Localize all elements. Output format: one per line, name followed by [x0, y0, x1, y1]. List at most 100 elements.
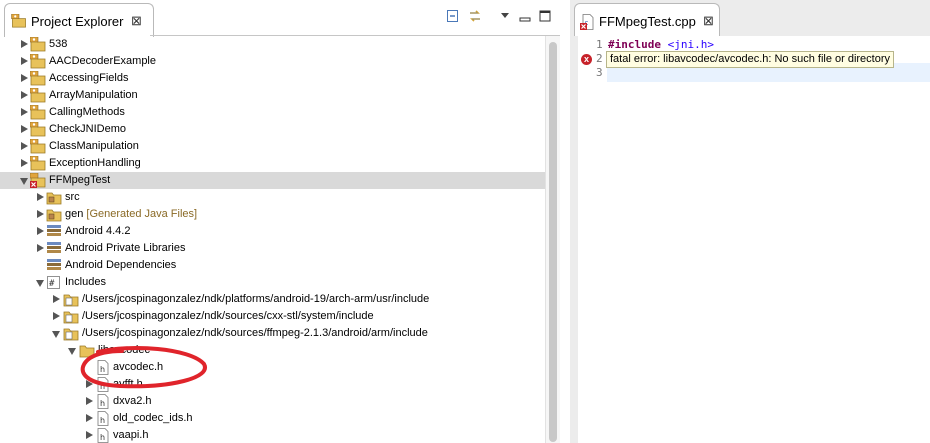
editor-tab-ffmpegtest[interactable]: FFMpegTest.cpp ⊠	[574, 3, 720, 37]
collapse-arrow-icon[interactable]	[52, 331, 60, 338]
tree-item-label: /Users/jcospinagonzalez/ndk/platforms/an…	[82, 293, 430, 305]
tree-item-header-file[interactable]: dxva2.h	[0, 393, 545, 410]
tree-item-header-file[interactable]: vaapi.h	[0, 427, 545, 443]
tree-item-label: Android Dependencies	[65, 259, 177, 271]
source-folder-icon	[46, 190, 62, 205]
tree-item-project-selected[interactable]: FFMpegTest	[0, 172, 545, 189]
tree-item-include-path[interactable]: /Users/jcospinagonzalez/ndk/sources/cxx-…	[0, 308, 545, 325]
expand-arrow-icon[interactable]	[37, 227, 44, 235]
tree-item-folder[interactable]: libavcodec	[0, 342, 545, 359]
project-folder-icon	[30, 37, 46, 52]
tree-item-label: src	[65, 191, 80, 203]
tree-item-include-path[interactable]: /Users/jcospinagonzalez/ndk/sources/ffmp…	[0, 325, 545, 342]
tree-item-label: avcodec.h	[113, 361, 164, 373]
maximize-icon[interactable]	[538, 9, 552, 23]
tree-item-label: CallingMethods	[49, 106, 125, 118]
tree-item-library[interactable]: Android 4.4.2	[0, 223, 545, 240]
tree-item-project[interactable]: ClassManipulation	[0, 138, 545, 155]
expand-arrow-icon[interactable]	[37, 193, 44, 201]
close-icon[interactable]: ⊠	[131, 13, 142, 29]
tree-item-label: Android 4.4.2	[65, 225, 131, 237]
folder-icon	[79, 343, 95, 358]
tree-item-label: ExceptionHandling	[49, 157, 141, 169]
tree-item-label: Includes	[65, 276, 106, 288]
tree-item-header-file[interactable]: avfft.h	[0, 376, 545, 393]
project-explorer-tab[interactable]: Project Explorer ⊠	[4, 3, 154, 37]
library-icon	[46, 258, 62, 273]
includes-icon	[46, 275, 62, 290]
tree-item-project[interactable]: 538	[0, 36, 545, 53]
header-file-icon	[95, 394, 111, 409]
expand-arrow-icon[interactable]	[21, 91, 28, 99]
project-folder-icon	[30, 122, 46, 137]
project-folder-icon	[30, 71, 46, 86]
expand-arrow-icon[interactable]	[86, 414, 93, 422]
tree-item-label: CheckJNIDemo	[49, 123, 127, 135]
tree-item-project[interactable]: ExceptionHandling	[0, 155, 545, 172]
tree-item-project[interactable]: CheckJNIDemo	[0, 121, 545, 138]
project-error-icon	[30, 173, 46, 188]
expand-arrow-icon[interactable]	[37, 210, 44, 218]
project-folder-icon	[30, 88, 46, 103]
preprocessor-keyword: #include	[608, 38, 661, 51]
collapse-arrow-icon[interactable]	[20, 178, 28, 185]
tree-item-header-file[interactable]: old_codec_ids.h	[0, 410, 545, 427]
project-folder-icon	[30, 105, 46, 120]
tree-item-label: avfft.h	[113, 378, 143, 390]
tree-item-label: AccessingFields	[49, 72, 129, 84]
tree-item-project[interactable]: ArrayManipulation	[0, 87, 545, 104]
view-menu-icon[interactable]	[498, 10, 512, 24]
error-tooltip: fatal error: libavcodec/avcodec.h: No su…	[606, 51, 895, 68]
project-tree: 538 AACDecoderExample AccessingFields Ar…	[0, 36, 545, 443]
tree-item-header-file[interactable]: avcodec.h	[0, 359, 545, 376]
line-number: 2	[596, 52, 603, 65]
expand-arrow-icon[interactable]	[21, 142, 28, 150]
project-explorer-view: Project Explorer ⊠ 538 AACDecoderExample…	[0, 0, 560, 443]
scrollbar-thumb[interactable]	[549, 42, 557, 442]
tree-item-label: vaapi.h	[113, 429, 149, 441]
include-folder-icon	[63, 326, 79, 341]
expand-arrow-icon[interactable]	[21, 40, 28, 48]
tree-item-label: ArrayManipulation	[49, 89, 138, 101]
editor-area: FFMpegTest.cpp ⊠ 1 2 3 #include <jni.h> …	[570, 0, 930, 443]
code-line-1[interactable]: #include <jni.h>	[608, 38, 714, 51]
tree-item-includes[interactable]: Includes	[0, 274, 545, 291]
header-file-icon	[95, 411, 111, 426]
tree-item-folder[interactable]: gen [Generated Java Files]	[0, 206, 545, 223]
expand-arrow-icon[interactable]	[53, 295, 60, 303]
tree-item-library[interactable]: Android Dependencies	[0, 257, 545, 274]
collapse-all-icon[interactable]	[446, 9, 460, 23]
error-marker-icon[interactable]: x	[581, 54, 592, 65]
project-explorer-header: Project Explorer ⊠	[0, 0, 560, 37]
close-icon[interactable]: ⊠	[703, 13, 714, 29]
project-folder-icon	[30, 54, 46, 69]
collapse-arrow-icon[interactable]	[36, 280, 44, 287]
link-with-editor-icon[interactable]	[468, 9, 482, 23]
project-folder-icon	[30, 139, 46, 154]
tree-item-project[interactable]: AccessingFields	[0, 70, 545, 87]
tree-item-project[interactable]: CallingMethods	[0, 104, 545, 121]
expand-arrow-icon[interactable]	[21, 108, 28, 116]
tree-item-include-path[interactable]: /Users/jcospinagonzalez/ndk/platforms/an…	[0, 291, 545, 308]
expand-arrow-icon[interactable]	[86, 431, 93, 439]
header-file-icon	[95, 360, 111, 375]
include-folder-icon	[63, 309, 79, 324]
expand-arrow-icon[interactable]	[37, 244, 44, 252]
tree-item-folder[interactable]: src	[0, 189, 545, 206]
minimize-icon[interactable]	[518, 9, 532, 23]
expand-arrow-icon[interactable]	[21, 57, 28, 65]
expand-arrow-icon[interactable]	[86, 397, 93, 405]
expand-arrow-icon[interactable]	[86, 380, 93, 388]
expand-arrow-icon[interactable]	[21, 125, 28, 133]
project-explorer-icon	[11, 14, 27, 28]
expand-arrow-icon[interactable]	[21, 74, 28, 82]
expand-arrow-icon[interactable]	[21, 159, 28, 167]
line-number: 1	[596, 38, 603, 51]
tree-item-project[interactable]: AACDecoderExample	[0, 53, 545, 70]
expand-arrow-icon[interactable]	[53, 312, 60, 320]
collapse-arrow-icon[interactable]	[68, 348, 76, 355]
include-folder-icon	[63, 292, 79, 307]
tree-item-library[interactable]: Android Private Libraries	[0, 240, 545, 257]
tree-scrollbar[interactable]	[545, 36, 560, 443]
code-editor[interactable]: 1 2 3 #include <jni.h> x fatal error: li…	[570, 36, 930, 443]
